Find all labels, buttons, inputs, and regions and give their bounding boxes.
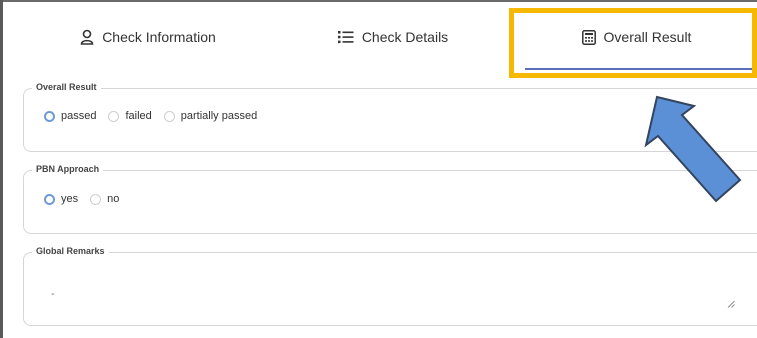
page: Check Information Check Details Overall …	[0, 0, 757, 338]
callout-arrow	[644, 95, 742, 203]
